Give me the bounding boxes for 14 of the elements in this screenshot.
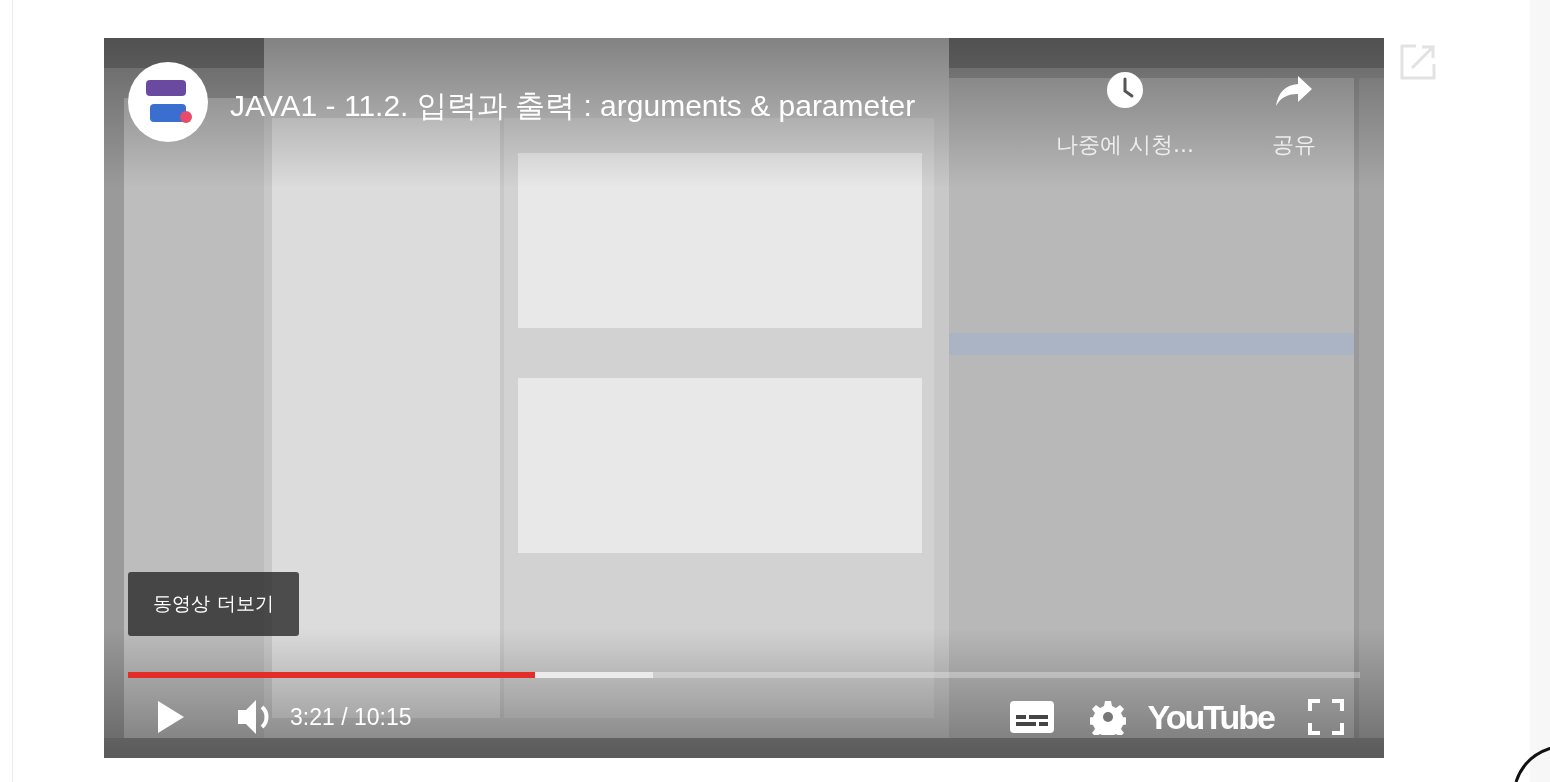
subtitles-icon[interactable] (1009, 701, 1054, 733)
youtube-logo[interactable]: YouTube (1147, 697, 1274, 737)
play-icon[interactable] (156, 699, 186, 735)
settings-icon[interactable] (1089, 699, 1126, 735)
video-title[interactable]: JAVA1 - 11.2. 입력과 출력 : arguments & parameter (230, 86, 1016, 127)
clock-icon[interactable] (1105, 70, 1145, 110)
fullscreen-icon[interactable] (1308, 699, 1344, 735)
progress-bar[interactable] (128, 672, 1360, 678)
time-display: 3:21 / 10:15 (290, 703, 412, 731)
channel-avatar[interactable] (128, 62, 208, 142)
share-label[interactable]: 공유 (1272, 130, 1316, 160)
watch-later-label[interactable]: 나중에 시청... (1056, 130, 1194, 160)
video-player[interactable]: JAVA1 - 11.2. 입력과 출력 : arguments & parameter 나중에 시청... 공유 동영상 더보기 3:21 / 10:15 YouTube (104, 38, 1384, 758)
more-videos-button[interactable]: 동영상 더보기 (128, 572, 299, 636)
